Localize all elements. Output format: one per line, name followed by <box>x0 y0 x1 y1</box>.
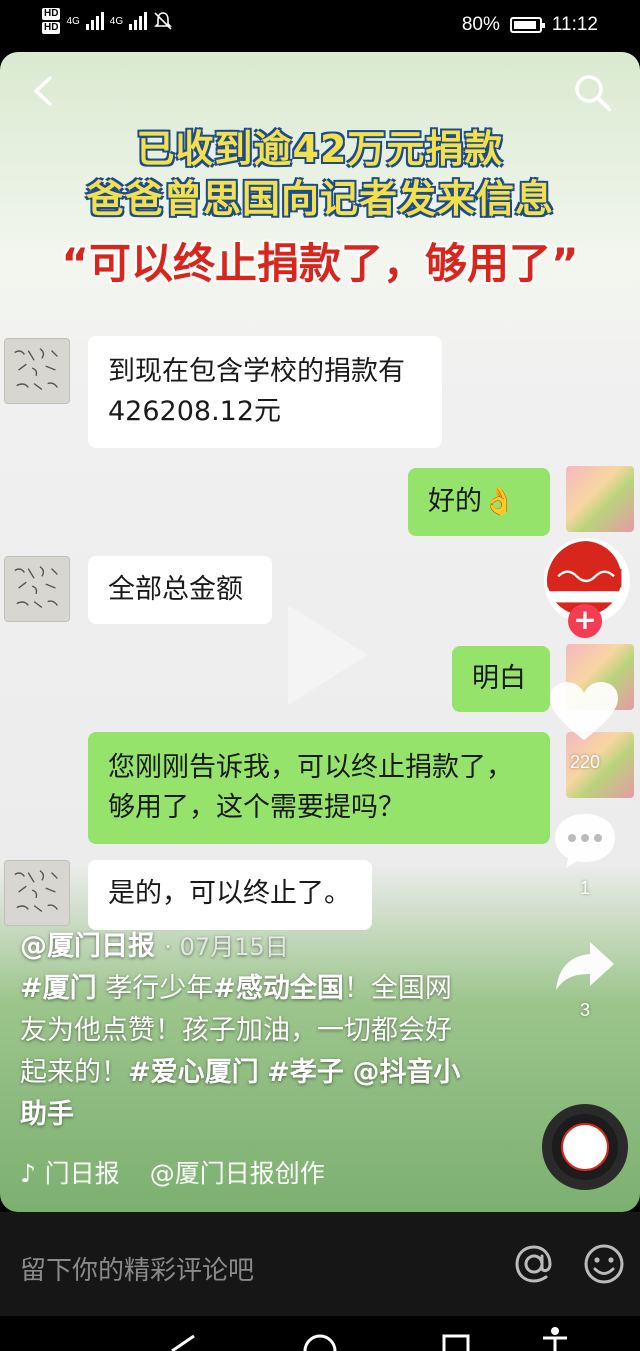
hd-indicator: HD HD <box>42 8 61 34</box>
follow-button[interactable]: + <box>568 604 602 638</box>
share-icon[interactable] <box>552 938 618 994</box>
hashtag[interactable]: #感动全国 <box>213 973 344 1004</box>
nav-recents-icon[interactable] <box>442 1334 470 1351</box>
video-banner: 已收到逾42万元捐款 爸爸曾思国向记者发来信息 “可以终止捐款了，够用了” <box>0 52 640 322</box>
music-disc-icon[interactable] <box>542 1104 628 1190</box>
battery-percent: 80% <box>461 14 500 35</box>
avatar <box>4 338 70 404</box>
post-date: · 07月15日 <box>164 933 289 961</box>
signal-icon <box>85 12 104 30</box>
battery-icon <box>509 17 545 33</box>
chat-bubble-left: 全部总金额 <box>88 556 272 624</box>
network-label: 4G <box>66 15 80 27</box>
avatar <box>4 860 70 926</box>
headline-line2: 爸爸曾思国向记者发来信息 <box>85 177 554 221</box>
play-icon[interactable] <box>268 600 378 710</box>
author-handle[interactable]: @厦门日报 · 07月15日 <box>20 924 289 963</box>
music-info[interactable]: 门日报 @厦门日报创作 <box>20 1154 340 1190</box>
hashtag[interactable]: #爱心厦门 <box>128 1057 259 1088</box>
headline-line1: 已收到逾42万元捐款 <box>136 127 504 171</box>
back-arrow-icon[interactable] <box>28 74 62 108</box>
chat-bubble-right: 好的👌 <box>408 468 550 536</box>
nav-back-icon[interactable] <box>168 1334 198 1351</box>
hd-label: HD <box>42 8 61 20</box>
post-caption: #厦门 孝行少年#感动全国！全国网友为他点赞！孩子加油，一切都会好起来的！#爱心… <box>20 968 470 1136</box>
music-title: @厦门日报创作 <box>149 1159 325 1188</box>
accessibility-icon[interactable] <box>540 1326 570 1351</box>
chat-bubble-right: 您刚刚告诉我，可以终止捐款了，够用了，这个需要提吗？ <box>88 732 550 844</box>
heart-icon[interactable] <box>548 680 620 744</box>
hashtag[interactable]: #孝子 <box>267 1057 344 1088</box>
avatar <box>4 556 70 622</box>
author-name[interactable]: @厦门日报 <box>20 931 155 962</box>
nav-home-icon[interactable] <box>302 1334 338 1351</box>
system-nav-bar <box>0 1316 640 1351</box>
hd-label: HD <box>42 22 61 34</box>
chat-bubble-left: 是的，可以终止了。 <box>88 860 372 930</box>
comment-input[interactable]: 留下你的精彩评论吧 <box>20 1250 254 1287</box>
mention-at-icon[interactable] <box>512 1242 556 1286</box>
search-icon[interactable] <box>572 72 612 112</box>
signal-icon <box>129 12 148 30</box>
network-label: 4G <box>109 15 124 27</box>
share-count: 3 <box>579 1000 590 1020</box>
headline-quote: “可以终止捐款了，够用了” <box>61 239 579 288</box>
like-count: 220 <box>569 752 601 772</box>
comment-count: 1 <box>579 878 590 898</box>
chat-bubble-left: 到现在包含学校的捐款有426208.12元 <box>88 336 442 448</box>
comment-icon[interactable] <box>552 810 618 872</box>
clock: 11:12 <box>551 14 598 35</box>
music-author: 门日报 <box>20 1154 120 1190</box>
avatar <box>566 466 634 532</box>
emoji-icon[interactable] <box>582 1242 626 1286</box>
hashtag[interactable]: #厦门 <box>20 973 97 1004</box>
mute-bell-icon <box>154 12 173 30</box>
comment-bar: 留下你的精彩评论吧 <box>0 1212 640 1316</box>
caption-text: 孝行少年 <box>96 973 214 1004</box>
chat-bubble-right: 明白 <box>452 646 550 712</box>
status-bar: HD HD 4G 4G 80% 11:12 <box>0 0 640 52</box>
